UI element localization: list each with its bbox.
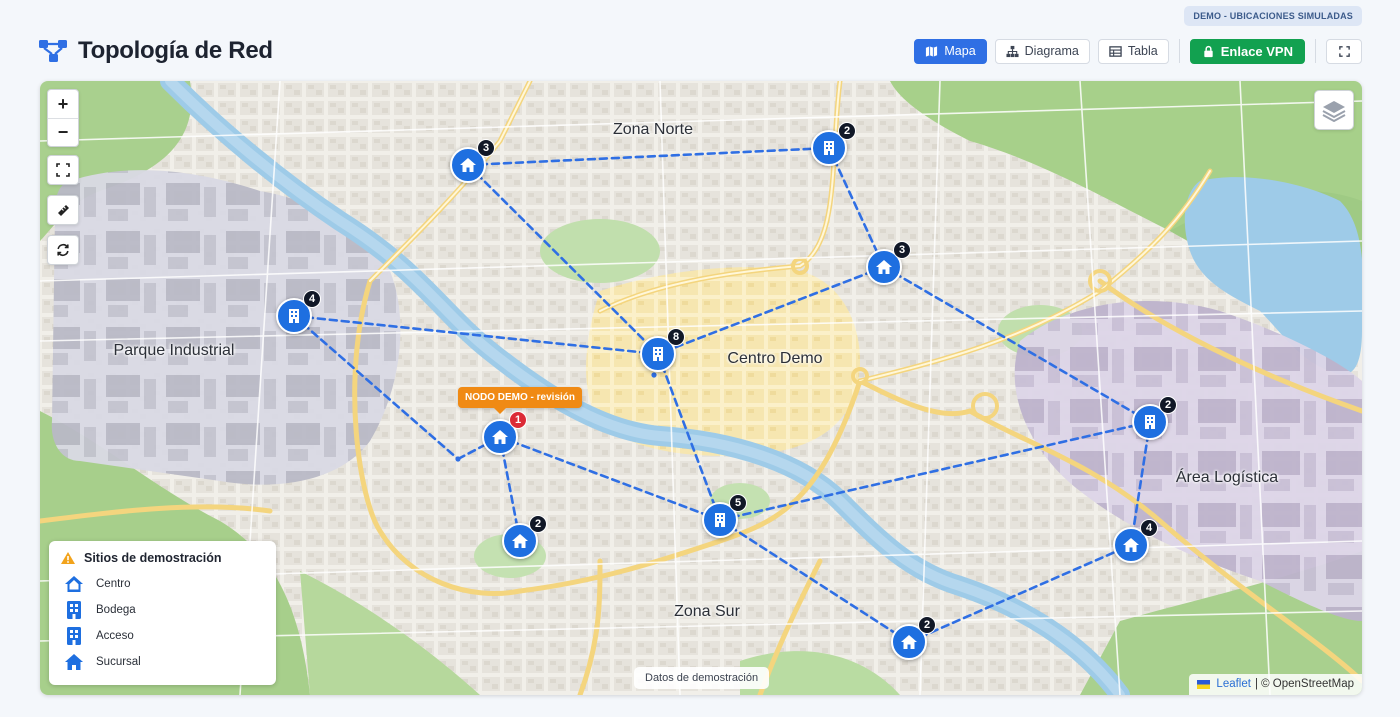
view-toolbar: Mapa Diagrama Tabla Enlace VPN	[914, 38, 1362, 64]
site-count-badge: 4	[303, 290, 321, 308]
demo-data-pill: Datos de demostración	[634, 667, 770, 689]
area-label-zona-norte: Zona Norte	[612, 121, 694, 138]
building-icon	[289, 309, 299, 323]
map-icon	[926, 45, 938, 57]
legend-label: Bodega	[96, 604, 136, 616]
lock-icon	[1204, 45, 1213, 57]
building-icon	[653, 347, 663, 361]
building-icon	[1145, 415, 1155, 429]
site-marker-bodega[interactable]: 8	[640, 328, 685, 372]
site-marker-sucursal[interactable]: 4	[1113, 519, 1158, 563]
house-icon	[492, 430, 508, 444]
layers-icon	[1322, 101, 1346, 122]
house-icon	[1123, 538, 1139, 552]
house-icon	[460, 158, 476, 172]
refresh-button[interactable]	[48, 236, 78, 264]
site-count-badge: 8	[667, 328, 685, 346]
house-icon	[876, 260, 892, 274]
measure-button[interactable]	[48, 196, 78, 224]
refresh-icon	[57, 243, 69, 257]
site-marker-sucursal[interactable]: 2	[891, 616, 936, 660]
area-label-parque-industrial: Parque Industrial	[113, 342, 235, 359]
legend-label: Acceso	[96, 630, 134, 642]
legend-label: Centro	[96, 578, 131, 590]
legend-title: Sitios de demostración	[60, 551, 265, 565]
legend-item-centro: Centro	[60, 571, 265, 597]
diagram-view-button[interactable]: Diagrama	[994, 38, 1090, 64]
building-icon	[824, 141, 834, 155]
site-count-badge: 2	[529, 515, 547, 533]
page-title: Topología de Red	[78, 37, 273, 64]
site-count-badge: 2	[838, 122, 856, 140]
zoom-control: + −	[47, 89, 79, 147]
legend-item-bodega: Bodega	[60, 597, 265, 623]
building-icon	[67, 601, 81, 619]
leaflet-link[interactable]: Leaflet	[1216, 678, 1251, 690]
diagram-view-label: Diagrama	[1024, 44, 1079, 58]
site-marker-sucursal[interactable]: 3	[866, 241, 911, 285]
site-count-badge: 3	[893, 241, 911, 259]
building-icon	[67, 627, 81, 645]
site-marker-sucursal[interactable]: 3	[450, 139, 495, 183]
warning-icon	[61, 552, 75, 564]
table-view-button[interactable]: Tabla	[1097, 38, 1169, 64]
area-label-zona-sur: Zona Sur	[674, 603, 740, 620]
site-marker-bodega[interactable]: 2	[811, 122, 856, 166]
house-icon	[901, 635, 917, 649]
house-icon	[65, 654, 83, 670]
ruler-icon	[57, 204, 69, 216]
zoom-in-button[interactable]: +	[48, 90, 78, 118]
toolbar-divider	[1178, 39, 1180, 63]
fit-bounds-control	[47, 155, 79, 185]
page-header: Topología de Red Mapa Diagrama Tabla Enl…	[38, 30, 1362, 72]
demo-badge: DEMO - UBICACIONES SIMULADAS	[1184, 6, 1362, 26]
layers-control-button[interactable]	[1314, 90, 1354, 130]
site-count-badge: 5	[729, 494, 747, 512]
vpn-link-button[interactable]: Enlace VPN	[1189, 38, 1305, 64]
legend-item-sucursal: Sucursal	[60, 649, 265, 675]
table-icon	[1109, 45, 1122, 57]
topology-icon	[39, 40, 67, 62]
ukraine-flag-icon	[1197, 679, 1211, 689]
node-tooltip: NODO DEMO - revisión	[458, 387, 583, 414]
map-view-button[interactable]: Mapa	[914, 38, 987, 64]
map-attribution: Leaflet | © OpenStreetMap	[1189, 674, 1362, 695]
legend-label: Sucursal	[96, 656, 141, 668]
vpn-link-label: Enlace VPN	[1220, 43, 1293, 59]
legend-title-text: Sitios de demostración	[84, 551, 222, 565]
site-count-badge: 4	[1140, 519, 1158, 537]
refresh-control	[47, 235, 79, 265]
site-count-badge: 3	[477, 139, 495, 157]
fit-bounds-icon	[56, 163, 70, 177]
fullscreen-button[interactable]	[1326, 38, 1362, 64]
legend-item-acceso: Acceso	[60, 623, 265, 649]
sitemap-icon	[1006, 45, 1019, 57]
map-legend: Sitios de demostración Centro Bodega Acc…	[49, 541, 276, 685]
site-marker-sucursal-selected[interactable]: 1	[482, 411, 527, 455]
measure-control	[47, 195, 79, 225]
site-count-badge: 2	[918, 616, 936, 634]
home-outline-icon	[65, 576, 83, 592]
zoom-out-button[interactable]: −	[48, 118, 78, 146]
building-icon	[715, 513, 725, 527]
area-label-centro-demo: Centro Demo	[727, 350, 823, 367]
fit-bounds-button[interactable]	[48, 156, 78, 184]
alert-count-badge: 1	[509, 411, 527, 429]
map-view-label: Mapa	[944, 44, 976, 58]
network-map[interactable]: Zona Norte Parque Industrial Centro Demo…	[40, 81, 1362, 695]
table-view-label: Tabla	[1127, 44, 1158, 58]
osm-attribution: | © OpenStreetMap	[1254, 678, 1354, 690]
area-label-area-logistica: Área Logística	[1175, 469, 1279, 486]
site-marker-bodega[interactable]: 4	[276, 290, 321, 334]
site-marker-sucursal[interactable]: 2	[502, 515, 547, 559]
site-count-badge: 2	[1159, 396, 1177, 414]
expand-icon	[1338, 45, 1350, 57]
site-marker-bodega[interactable]: 2	[1132, 396, 1177, 440]
site-marker-bodega[interactable]: 5	[702, 494, 747, 538]
house-icon	[512, 534, 528, 548]
toolbar-divider	[1315, 39, 1316, 63]
